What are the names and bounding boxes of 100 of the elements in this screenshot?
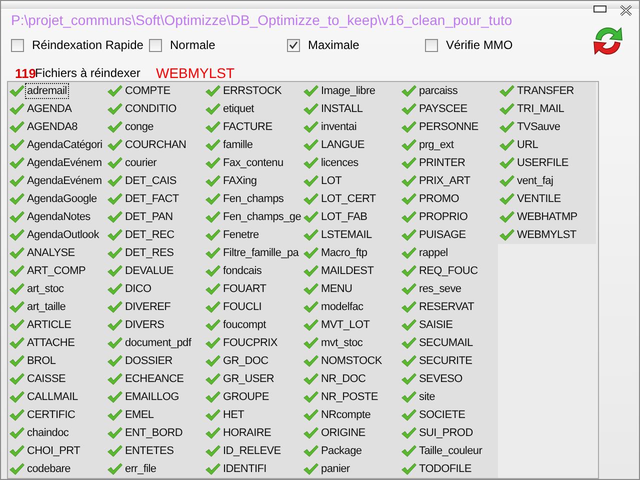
check-icon	[107, 354, 123, 368]
check-icon	[303, 192, 319, 206]
check-icon	[205, 426, 221, 440]
check-icon	[401, 372, 417, 386]
checkbox[interactable]	[287, 38, 300, 52]
check-icon	[303, 462, 319, 476]
check-icon	[401, 102, 417, 116]
check-icon	[499, 192, 515, 206]
check-icon	[205, 210, 221, 224]
check-icon	[401, 390, 417, 404]
check-icon	[303, 138, 319, 152]
check-icon	[205, 84, 221, 98]
check-icon	[401, 192, 417, 206]
option-label: Normale	[170, 38, 216, 52]
close-icon[interactable]	[619, 5, 633, 16]
check-icon	[107, 174, 123, 188]
check-icon	[205, 102, 221, 116]
check-icon	[9, 84, 25, 98]
check-icon	[107, 336, 123, 350]
file-item[interactable]: LOT	[320, 174, 342, 188]
check-icon	[107, 246, 123, 260]
file-count: 119	[15, 66, 35, 80]
check-icon	[205, 156, 221, 170]
check-icon	[205, 408, 221, 422]
check-icon	[205, 264, 221, 278]
check-icon	[499, 84, 515, 98]
check-icon	[9, 318, 25, 332]
check-icon	[303, 246, 319, 260]
check-icon	[107, 138, 123, 152]
check-icon	[401, 426, 417, 440]
check-icon	[9, 408, 25, 422]
file-item[interactable]: site	[418, 390, 436, 404]
check-icon	[9, 426, 25, 440]
option-label: Réindexation Rapide	[32, 38, 144, 52]
checkbox[interactable]	[11, 38, 24, 52]
check-icon	[107, 84, 123, 98]
check-icon	[205, 228, 221, 242]
check-icon	[107, 102, 123, 116]
check-icon	[9, 282, 25, 296]
check-icon	[9, 246, 25, 260]
checkbox[interactable]	[149, 38, 162, 52]
check-icon	[9, 390, 25, 404]
check-icon	[303, 390, 319, 404]
check-icon	[303, 426, 319, 440]
check-icon	[107, 264, 123, 278]
file-item[interactable]: HET	[222, 408, 246, 422]
check-icon	[205, 354, 221, 368]
checkbox[interactable]	[425, 38, 438, 52]
check-icon	[401, 210, 417, 224]
check-icon	[499, 174, 515, 188]
check-icon	[401, 228, 417, 242]
refresh-icon[interactable]	[591, 24, 625, 58]
check-icon	[107, 372, 123, 386]
check-icon	[303, 210, 319, 224]
option-label: Maximale	[308, 38, 360, 52]
check-icon	[499, 228, 515, 242]
check-icon	[401, 462, 417, 476]
check-icon	[499, 156, 515, 170]
check-icon	[499, 138, 515, 152]
check-icon	[107, 390, 123, 404]
check-icon	[9, 102, 25, 116]
check-icon	[9, 444, 25, 458]
check-icon	[9, 228, 25, 242]
check-icon	[303, 228, 319, 242]
check-icon	[107, 192, 123, 206]
check-icon	[107, 228, 123, 242]
check-icon	[9, 354, 25, 368]
check-icon	[303, 156, 319, 170]
check-icon	[303, 444, 319, 458]
check-icon	[303, 300, 319, 314]
file-item[interactable]: URL	[516, 138, 540, 152]
check-icon	[303, 84, 319, 98]
check-icon	[205, 462, 221, 476]
check-icon	[401, 318, 417, 332]
check-icon	[107, 282, 123, 296]
check-icon	[205, 120, 221, 134]
check-icon	[401, 336, 417, 350]
check-icon	[205, 318, 221, 332]
check-icon	[303, 336, 319, 350]
minimize-icon[interactable]	[593, 5, 607, 13]
check-icon	[303, 282, 319, 296]
check-icon	[9, 300, 25, 314]
check-icon	[401, 354, 417, 368]
check-icon	[205, 174, 221, 188]
check-icon	[107, 462, 123, 476]
check-icon	[107, 156, 123, 170]
check-icon	[401, 156, 417, 170]
check-icon	[401, 174, 417, 188]
check-icon	[499, 210, 515, 224]
check-icon	[303, 372, 319, 386]
check-icon	[107, 318, 123, 332]
check-icon	[9, 138, 25, 152]
check-icon	[107, 444, 123, 458]
current-file: WEBMYLST	[156, 65, 235, 81]
check-icon	[303, 102, 319, 116]
check-icon	[9, 264, 25, 278]
check-icon	[303, 120, 319, 134]
check-icon	[401, 246, 417, 260]
check-icon	[401, 138, 417, 152]
check-icon	[107, 426, 123, 440]
